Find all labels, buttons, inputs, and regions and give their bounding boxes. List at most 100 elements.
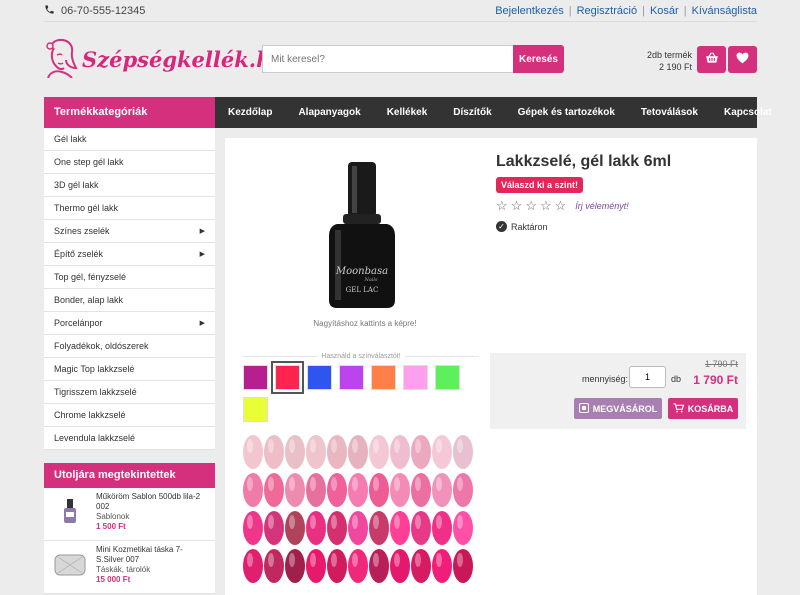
nail-sample [432,435,452,469]
category-item[interactable]: Bonder, alap lakk [44,289,215,312]
color-swatch[interactable] [371,365,396,390]
color-swatch[interactable] [271,361,304,394]
basket-icon [705,52,719,67]
category-item[interactable]: Tigrisszem lakkzselé [44,381,215,404]
category-item[interactable]: 3D gél lakk [44,174,215,197]
nail-sample [348,473,368,507]
search-button[interactable]: Keresés [513,45,564,73]
category-item[interactable]: Folyadékok, oldószerek [44,335,215,358]
category-item[interactable]: One step gél lakk [44,151,215,174]
rating-stars[interactable]: ☆ ☆ ☆ ☆ ☆ Írj véleményt! [496,198,629,214]
category-item[interactable]: Színes zselék ▶ [44,220,215,243]
nail-sample [432,511,452,545]
nail-sample [327,549,347,583]
nail-sample [453,549,473,583]
nail-sample [348,549,368,583]
logo-face-icon [44,38,78,81]
nail-sample [243,511,263,545]
cart-icon [673,402,685,415]
logo-text: Szépségkellék.hu [82,46,287,72]
category-item[interactable]: Magic Top lakkzselé [44,358,215,381]
nail-sample [369,549,389,583]
nav-accessories[interactable]: Kellékek [374,107,441,118]
search-bar: Keresés [262,45,564,73]
nav-materials[interactable]: Alapanyagok [285,107,373,118]
buy-now-button[interactable]: MEGVÁSÁROL [574,398,662,419]
nail-sample [348,435,368,469]
color-swatch[interactable] [307,365,332,390]
register-link[interactable]: Regisztráció [577,5,638,17]
nail-sample [285,473,305,507]
stock-status: ✓ Raktáron [496,221,548,232]
nail-highlight [310,515,316,529]
login-link[interactable]: Bejelentkezés [495,5,564,17]
nail-sample [432,473,452,507]
phone-contact: 06-70-555-12345 [44,4,145,18]
color-swatch[interactable] [243,397,268,422]
nav-contact[interactable]: Kapcsolat [711,107,785,118]
category-item[interactable]: Porcelánpor ▶ [44,312,215,335]
nail-sample [327,435,347,469]
wishlist-link[interactable]: Kívánságlista [692,5,757,17]
category-item[interactable]: Thermo gél lakk [44,197,215,220]
cart-button[interactable] [697,46,726,73]
star-icon[interactable]: ☆ [525,198,537,214]
add-to-cart-button[interactable]: KOSÁRBA [668,398,738,419]
quantity-unit: db [671,374,682,384]
cart-count: 2db termék [646,50,692,60]
nail-highlight [394,515,400,529]
category-item[interactable]: Építő zselék ▶ [44,243,215,266]
nav-decorations[interactable]: Díszítők [440,107,504,118]
nail-sample [411,549,431,583]
write-review-link[interactable]: Írj véleményt! [575,201,629,211]
color-swatch[interactable] [435,365,460,390]
nail-highlight [457,553,463,567]
quantity-label: mennyiség: [582,374,629,384]
recent-item-category: Táskák, tárolók [96,565,151,574]
nail-highlight [415,439,421,453]
recent-item[interactable]: Műköröm Sablon 500db lila-2 002 Sablonok… [44,488,215,541]
nav-tattoos[interactable]: Tetoválások [628,107,711,118]
cart-summary[interactable]: 2db termék 2 190 Ft [620,49,692,73]
category-item[interactable]: Top gél, fényzselé [44,266,215,289]
link-divider: | [642,4,645,17]
star-icon[interactable]: ☆ [511,198,523,214]
color-swatch[interactable] [339,365,364,390]
link-divider: | [683,4,687,17]
category-item[interactable]: Gél lakk [44,128,215,151]
star-icon[interactable]: ☆ [540,198,552,214]
recent-item[interactable]: Mini Kozmetikai táska 7-S.Silver 007 Tás… [44,541,215,594]
quantity-input[interactable] [629,366,666,388]
nail-highlight [247,477,253,491]
nail-sample [453,473,473,507]
search-input[interactable] [262,45,513,73]
buy-icon [578,402,589,415]
nail-sample [411,511,431,545]
nav-home[interactable]: Kezdőlap [215,107,285,118]
bottle-label: GEL LAC [346,286,379,294]
nav-machines[interactable]: Gépek és tartozékok [505,107,628,118]
product-image[interactable]: Moonbasa Nails GEL LAC [303,150,423,325]
account-links: Bejelentkezés | Regisztráció | Kosár | K… [495,5,757,17]
category-item[interactable]: Levendula lakkzselé [44,427,215,450]
nail-highlight [268,515,274,529]
cart-link[interactable]: Kosár [650,5,679,17]
star-icon[interactable]: ☆ [555,198,567,214]
category-item[interactable]: Chrome lakkzselé [44,404,215,427]
nail-sample [411,435,431,469]
nail-highlight [310,439,316,453]
star-icon[interactable]: ☆ [496,198,508,214]
site-logo[interactable]: Szépségkellék.hu [44,38,287,81]
wishlist-button[interactable] [728,46,757,73]
color-swatch[interactable] [403,365,428,390]
nail-sample [327,511,347,545]
color-swatch[interactable] [243,365,268,390]
nail-highlight [331,515,337,529]
nail-sample [264,435,284,469]
nail-sample [306,549,326,583]
phone-icon [44,4,55,18]
nail-highlight [415,477,421,491]
caret-right-icon: ▶ [199,320,205,327]
recent-item-price: 1 500 Ft [96,522,126,531]
link-divider: | [568,4,572,17]
